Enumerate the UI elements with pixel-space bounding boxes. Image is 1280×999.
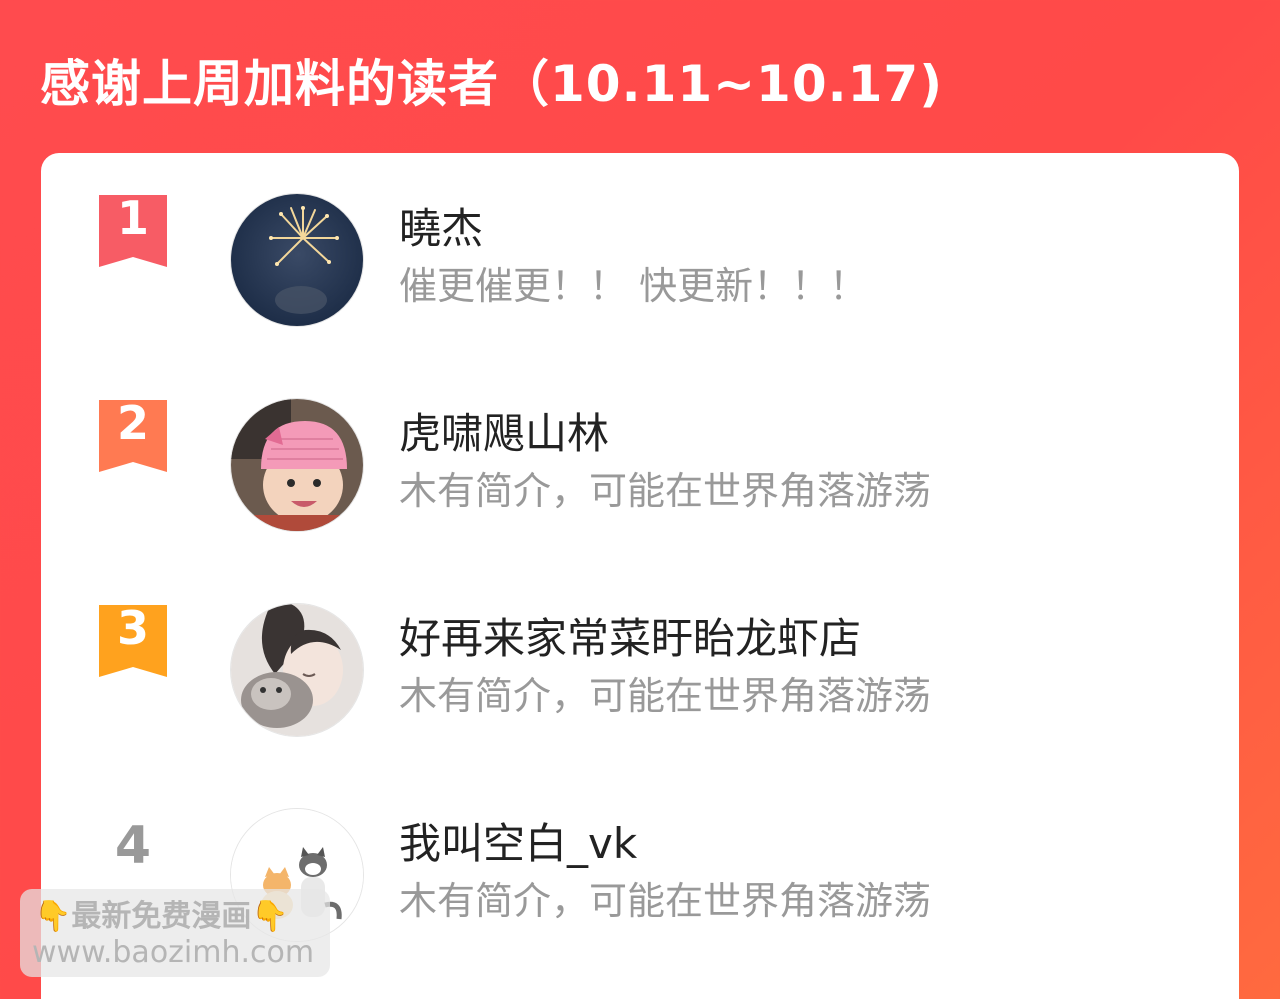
reader-name[interactable]: 好再来家常菜盱眙龙虾店: [399, 611, 861, 667]
rank-badge: 2: [99, 400, 167, 472]
reader-name[interactable]: 虎啸飓山林: [399, 406, 609, 462]
reader-row[interactable]: 3 好再来家常菜盱眙龙虾店 木有简介，可能在世界角落游荡: [41, 563, 1239, 737]
rank-number: 3: [116, 601, 149, 655]
person-with-cat-avatar[interactable]: [230, 603, 364, 737]
baby-avatar[interactable]: [230, 398, 364, 532]
reader-row[interactable]: 1 曉杰 催更催更！！ 快更新！！！: [41, 153, 1239, 327]
watermark-url[interactable]: www.baozimh.com: [32, 935, 314, 971]
reader-bio: 木有简介，可能在世界角落游荡: [399, 674, 932, 718]
reader-list-card: 1 曉杰 催更催更！！ 快更新！！！ 2 虎啸飓山林 木有简介，可能在世界角落游…: [41, 153, 1239, 999]
reader-row[interactable]: 2 虎啸飓山林 木有简介，可能在世界角落游荡: [41, 358, 1239, 532]
page-title: 感谢上周加料的读者（10.11~10.17): [40, 55, 944, 113]
watermark-overlay[interactable]: 👇最新免费漫画👇 www.baozimh.com: [20, 889, 330, 977]
reader-bio: 木有简介，可能在世界角落游荡: [399, 469, 932, 513]
rank-number: 1: [116, 191, 149, 245]
watermark-promo-label: 最新免费漫画: [71, 899, 252, 934]
rank-number: 4: [114, 816, 152, 876]
reader-name[interactable]: 我叫空白_vk: [399, 816, 637, 872]
reader-row[interactable]: 4 我叫空白_vk 木有简介，可能在世界角落游荡: [41, 768, 1239, 942]
watermark-promo-text: 👇最新免费漫画👇: [34, 897, 289, 937]
rank-badge: 1: [99, 195, 167, 267]
fireworks-avatar[interactable]: [230, 193, 364, 327]
rank-badge: 3: [99, 605, 167, 677]
reader-name[interactable]: 曉杰: [399, 201, 483, 257]
pointing-down-icon: 👇: [34, 899, 72, 934]
pointing-down-icon: 👇: [251, 899, 289, 934]
reader-bio: 木有简介，可能在世界角落游荡: [399, 879, 932, 923]
rank-number: 2: [116, 396, 149, 450]
reader-bio: 催更催更！！ 快更新！！！: [399, 264, 868, 308]
